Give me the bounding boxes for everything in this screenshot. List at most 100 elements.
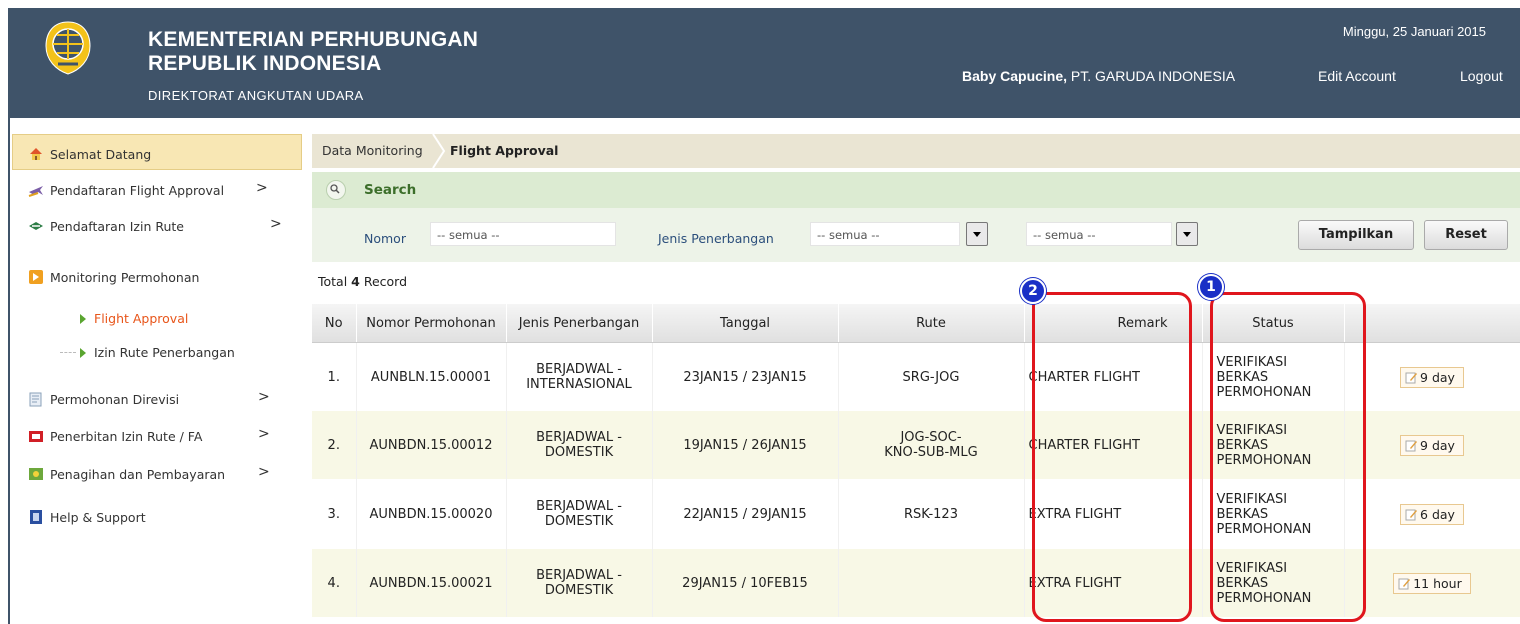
total-count: 4	[351, 274, 360, 289]
search-panel-header[interactable]: Search	[312, 172, 1520, 208]
jenis-line1: BERJADWAL -	[536, 499, 622, 514]
user-name: Baby Capucine,	[962, 68, 1068, 84]
breadcrumb: Data Monitoring Flight Approval	[312, 134, 1520, 168]
remark-highlight-box	[1032, 292, 1192, 622]
cell-nomor: AUNBDN.15.00020	[356, 479, 507, 549]
elapsed-time: 6 day	[1420, 506, 1455, 522]
cell-rute: RSK-123	[838, 479, 1025, 549]
elapsed-time: 11 hour	[1413, 575, 1462, 591]
edit-pencil-icon	[1405, 372, 1418, 383]
cell-no: 3.	[312, 479, 357, 549]
sidebar-item-pendaftaran-izin-rute[interactable]: Pendaftaran Izin Rute	[28, 214, 184, 238]
sidebar-subitem-flight-approval[interactable]: Flight Approval	[80, 311, 188, 326]
third-filter-select[interactable]: -- semua --	[1026, 222, 1172, 246]
breadcrumb-separator-icon	[432, 134, 446, 168]
jenis-penerbangan-label: Jenis Penerbangan	[658, 231, 774, 246]
cell-no: 4.	[312, 549, 357, 617]
route-icon	[29, 222, 43, 230]
ministry-logo-icon	[45, 21, 91, 75]
pdf-icon	[29, 431, 43, 442]
chevron-right-icon: >	[258, 389, 270, 405]
jenis-line1: BERJADWAL -	[536, 430, 622, 445]
status-highlight-box	[1210, 292, 1366, 622]
cell-tanggal: 29JAN15 / 10FEB15	[652, 549, 839, 617]
rute-line2: KNO-SUB-MLG	[884, 445, 978, 460]
sidebar-item-label: Selamat Datang	[50, 146, 152, 162]
third-filter-dropdown-button[interactable]	[1176, 222, 1198, 246]
elapsed-time: 9 day	[1420, 437, 1455, 453]
sidebar-item-monitoring-permohonan-row[interactable]: Monitoring Permohonan	[28, 265, 199, 289]
jenis-penerbangan-dropdown-button[interactable]	[966, 222, 988, 246]
cell-action: 6 day	[1344, 479, 1520, 549]
search-title: Search	[364, 182, 417, 198]
org-name-line2: REPUBLIK INDONESIA	[148, 52, 382, 75]
cell-tanggal: 23JAN15 / 23JAN15	[652, 342, 839, 411]
sidebar-item-label: Help & Support	[50, 509, 146, 525]
elapsed-time-badge[interactable]: 11 hour	[1393, 572, 1471, 594]
cell-rute: JOG-SOC- KNO-SUB-MLG	[838, 411, 1025, 479]
total-prefix: Total	[318, 274, 352, 289]
tampilkan-button[interactable]: Tampilkan	[1298, 220, 1414, 250]
tree-connector	[60, 352, 76, 353]
chevron-right-icon: >	[258, 426, 270, 442]
total-records: Total 4 Record	[318, 274, 407, 289]
elapsed-time-badge[interactable]: 9 day	[1400, 366, 1464, 388]
sidebar-item-help-support[interactable]: Help & Support	[28, 505, 146, 529]
reset-button[interactable]: Reset	[1424, 220, 1508, 250]
cell-nomor: AUNBLN.15.00001	[356, 342, 507, 411]
triangle-right-icon	[80, 347, 86, 358]
cell-action: 11 hour	[1344, 549, 1520, 617]
sidebar-item-permohonan-direvisi[interactable]: Permohonan Direvisi	[28, 387, 179, 411]
annotation-marker-1: 1	[1198, 274, 1224, 300]
elapsed-time-badge[interactable]: 9 day	[1400, 434, 1464, 456]
sidebar-item-label: Pendaftaran Izin Rute	[50, 218, 184, 234]
search-filters: Nomor -- semua -- Jenis Penerbangan -- s…	[312, 208, 1520, 262]
cell-jenis: BERJADWAL - DOMESTIK	[506, 479, 653, 549]
sidebar-item-penerbitan-izin-rute[interactable]: Penerbitan Izin Rute / FA	[28, 424, 202, 448]
sidebar-item-pendaftaran-flight-approval[interactable]: Pendaftaran Flight Approval	[28, 178, 224, 202]
current-date: Minggu, 25 Januari 2015	[1342, 24, 1486, 39]
rute-line1: RSK-123	[904, 506, 958, 522]
column-header-tanggal[interactable]: Tanggal	[652, 304, 839, 343]
column-header-rute[interactable]: Rute	[838, 304, 1025, 343]
breadcrumb-parent[interactable]: Data Monitoring	[322, 143, 423, 158]
cell-action: 9 day	[1344, 411, 1520, 479]
cell-action: 9 day	[1344, 342, 1520, 411]
logout-link[interactable]: Logout	[1460, 68, 1503, 84]
rute-line1: JOG-SOC-	[900, 430, 962, 445]
chevron-right-icon: >	[270, 216, 282, 232]
cell-no: 2.	[312, 411, 357, 479]
edit-pencil-icon	[1405, 440, 1418, 451]
column-header-nomor[interactable]: Nomor Permohonan	[356, 304, 507, 343]
nomor-input[interactable]: -- semua --	[430, 222, 616, 246]
jenis-line2: INTERNASIONAL	[526, 377, 632, 392]
cell-jenis: BERJADWAL - DOMESTIK	[506, 411, 653, 479]
sidebar-item-penagihan-pembayaran[interactable]: Penagihan dan Pembayaran	[28, 462, 225, 486]
edit-pencil-icon	[1405, 509, 1418, 520]
elapsed-time-badge[interactable]: 6 day	[1400, 503, 1464, 525]
sidebar-subitem-izin-rute-penerbangan[interactable]: Izin Rute Penerbangan	[80, 345, 235, 360]
column-header-no[interactable]: No	[312, 304, 357, 343]
cell-jenis: BERJADWAL - INTERNASIONAL	[506, 342, 653, 411]
cell-nomor: AUNBDN.15.00012	[356, 411, 507, 479]
total-suffix: Record	[359, 274, 408, 289]
sidebar-item-label: Penagihan dan Pembayaran	[50, 466, 226, 482]
monitor-icon	[29, 270, 43, 284]
jenis-line1: BERJADWAL -	[536, 362, 622, 377]
sidebar-subitem-label: Izin Rute Penerbangan	[94, 345, 235, 360]
sidebar-item-selamat-datang[interactable]: Selamat Datang	[28, 142, 151, 166]
user-company: PT. GARUDA INDONESIA	[1067, 68, 1236, 84]
column-header-jenis[interactable]: Jenis Penerbangan	[506, 304, 653, 343]
chevron-right-icon: >	[258, 464, 270, 480]
edit-account-link[interactable]: Edit Account	[1318, 68, 1396, 84]
sidebar-item-label: Monitoring Permohonan	[50, 269, 200, 285]
chevron-right-icon: >	[256, 180, 268, 196]
cell-nomor: AUNBDN.15.00021	[356, 549, 507, 617]
document-edit-icon	[29, 392, 42, 407]
triangle-right-icon	[80, 313, 86, 324]
sidebar-item-label: Penerbitan Izin Rute / FA	[50, 428, 203, 444]
cell-jenis: BERJADWAL - DOMESTIK	[506, 549, 653, 617]
jenis-penerbangan-select[interactable]: -- semua --	[810, 222, 960, 246]
column-header-action	[1344, 304, 1520, 343]
nomor-label: Nomor	[364, 231, 406, 246]
